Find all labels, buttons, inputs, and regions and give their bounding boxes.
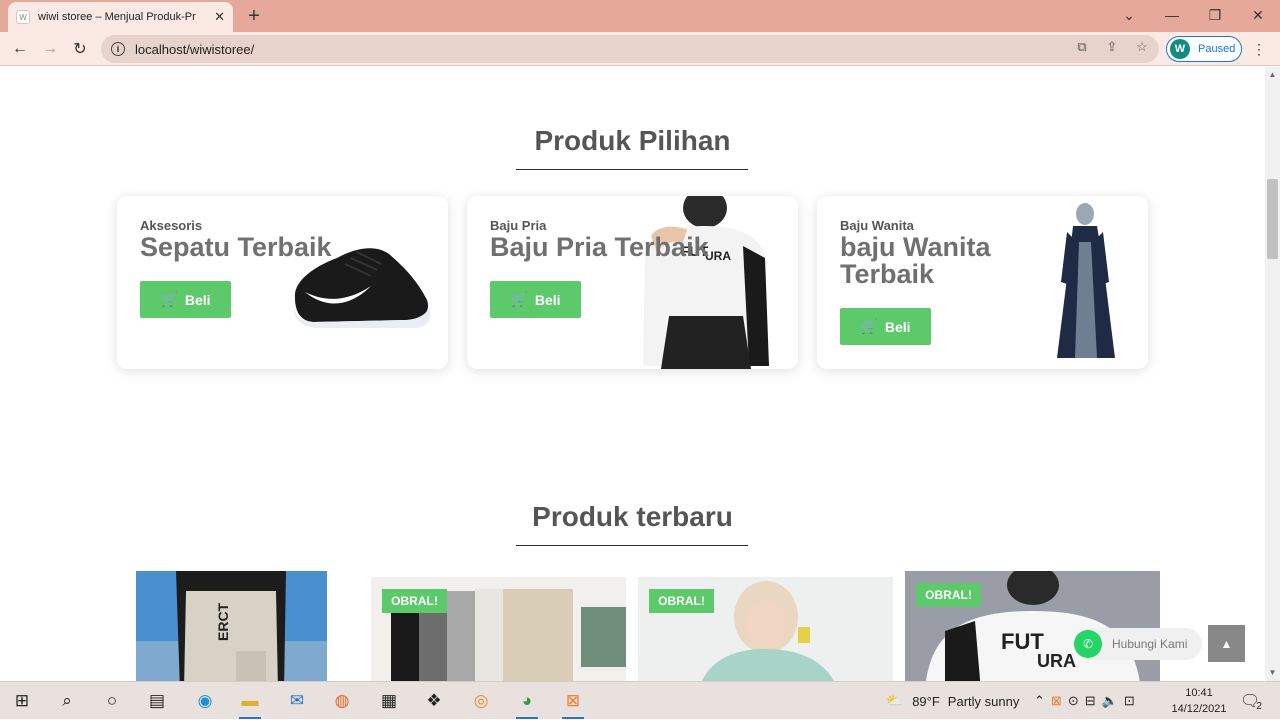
weather-temperature: 89°F xyxy=(912,693,940,709)
featured-card-men-shirt: FUT URA Baju Pria Baju Pria Terbaik 🛒 Be… xyxy=(467,196,798,369)
address-bar[interactable]: i localhost/wiwistoree/ xyxy=(101,35,1159,63)
system-tray: ⌃ ⊠ ⊙ ⊟ 🔈 ⊡ xyxy=(1034,682,1135,720)
weather-condition: Partly sunny xyxy=(947,693,1020,709)
browser-tab-strip: W wiwi storee – Menjual Produk-Pr ✕ + ⌄ … xyxy=(0,0,1280,32)
buy-button[interactable]: 🛒 Beli xyxy=(490,281,581,318)
xampp-tray-icon[interactable]: ⊠ xyxy=(1051,693,1062,709)
meet-now-icon[interactable]: ⊙ xyxy=(1068,693,1079,709)
cart-icon: 🛒 xyxy=(160,291,178,307)
avatar: W xyxy=(1170,39,1190,59)
card-category: Aksesoris xyxy=(140,218,203,233)
buy-button-label: Beli xyxy=(534,291,561,308)
card-product-name: Sepatu Terbaik xyxy=(140,232,332,262)
share-icon[interactable]: ⇪ xyxy=(1104,39,1120,55)
notification-count: 2 xyxy=(1256,700,1262,712)
translate-icon[interactable]: ⧉ xyxy=(1074,39,1090,55)
mail-icon[interactable]: ✉ xyxy=(280,686,314,716)
latest-title-underline xyxy=(516,545,748,546)
file-explorer-icon[interactable]: ▬ xyxy=(233,686,267,719)
men-shirt-image: FUT URA xyxy=(633,196,773,369)
scroll-to-top-button[interactable]: ▲ xyxy=(1208,625,1245,662)
clock-date: 14/12/2021 xyxy=(1171,703,1227,715)
amazon-icon[interactable]: ▦ xyxy=(372,686,406,716)
cart-icon: 🛒 xyxy=(860,318,878,334)
pants-print-text: ERCT xyxy=(215,602,231,641)
notification-center-button[interactable]: 🗨 2 xyxy=(1240,682,1262,720)
whatsapp-contact-button[interactable]: ✆ Hubungi Kami xyxy=(1074,628,1202,660)
volume-icon[interactable]: 🔈 xyxy=(1102,693,1118,709)
page-content: Produk Pilihan Aksesoris Sepatu Terbaik … xyxy=(0,67,1265,681)
latest-product-card[interactable]: ERCT xyxy=(136,571,327,681)
buy-button-label: Beli xyxy=(884,318,911,335)
sale-badge: OBRAL! xyxy=(382,589,447,613)
latest-product-card[interactable]: FUT URA OBRAL! xyxy=(905,571,1160,681)
bookmark-star-icon[interactable]: ☆ xyxy=(1134,39,1150,55)
chevron-up-icon: ▲ xyxy=(1220,636,1233,651)
featured-title-underline xyxy=(516,169,748,170)
card-product-name: Baju Pria Terbaik xyxy=(490,232,709,262)
minimize-button[interactable]: — xyxy=(1150,0,1194,30)
cart-icon: 🛒 xyxy=(510,291,528,307)
maximize-button[interactable]: ❐ xyxy=(1193,0,1237,30)
edge-browser-icon[interactable]: ◉ xyxy=(188,686,222,716)
card-category: Baju Wanita xyxy=(840,218,914,233)
buy-button[interactable]: 🛒 Beli xyxy=(840,308,931,345)
scrollbar-thumb[interactable] xyxy=(1267,179,1278,259)
task-view-icon[interactable]: ▤ xyxy=(140,686,174,716)
url-text: localhost/wiwistoree/ xyxy=(135,41,255,57)
card-category: Baju Pria xyxy=(490,218,547,233)
latest-section-title: Produk terbaru xyxy=(532,501,733,532)
latest-product-card[interactable]: OBRAL! xyxy=(371,577,626,681)
back-arrow-icon[interactable]: ← xyxy=(8,37,32,61)
close-tab-icon[interactable]: ✕ xyxy=(214,9,225,25)
network-icon[interactable]: ⊟ xyxy=(1085,693,1096,709)
blender-icon[interactable]: ◎ xyxy=(464,686,498,716)
scroll-down-arrow-icon[interactable]: ▼ xyxy=(1268,668,1277,677)
whatsapp-label: Hubungi Kami xyxy=(1112,637,1188,651)
xampp-icon[interactable]: ⊠ xyxy=(556,686,590,719)
firefox-icon[interactable]: ◍ xyxy=(325,686,359,716)
forward-arrow-icon[interactable]: → xyxy=(38,37,62,61)
buy-button-label: Beli xyxy=(184,291,211,308)
partly-sunny-icon: ⛅ xyxy=(886,693,903,708)
latest-product-card[interactable]: OBRAL! xyxy=(638,577,893,681)
clock-time: 10:41 xyxy=(1185,687,1213,699)
close-window-button[interactable]: ✕ xyxy=(1236,0,1280,30)
women-dress-image xyxy=(1057,203,1115,358)
tab-search-chevron-icon[interactable]: ⌄ xyxy=(1107,0,1151,30)
cortana-icon[interactable]: ○ xyxy=(95,686,129,716)
tab-title: wiwi storee – Menjual Produk-Pr xyxy=(38,11,196,23)
dropbox-icon[interactable]: ❖ xyxy=(417,686,451,716)
reload-icon[interactable]: ↻ xyxy=(68,37,92,61)
profile-button[interactable]: W Paused xyxy=(1166,36,1242,62)
chrome-icon[interactable]: ◕ xyxy=(510,686,544,719)
taskbar-clock[interactable]: 10:41 14/12/2021 xyxy=(1168,685,1230,717)
featured-section-title: Produk Pilihan xyxy=(534,125,731,156)
site-favicon-icon: W xyxy=(16,10,30,24)
browser-menu-icon[interactable]: ⋮ xyxy=(1252,40,1266,58)
weather-widget[interactable]: ⛅ 89°F Partly sunny xyxy=(886,682,1019,720)
cargo-pants-image: ERCT xyxy=(136,571,327,681)
sweater-print-text-2: URA xyxy=(1037,651,1076,671)
browser-tab[interactable]: W wiwi storee – Menjual Produk-Pr ✕ xyxy=(8,2,233,32)
show-hidden-icons-chevron-icon[interactable]: ⌃ xyxy=(1034,693,1045,709)
input-indicator-icon[interactable]: ⊡ xyxy=(1124,693,1135,709)
card-product-name: baju Wanita Terbaik xyxy=(840,232,991,289)
browser-toolbar: ← → ↻ i localhost/wiwistoree/ ⧉ ⇪ ☆ W Pa… xyxy=(0,32,1280,66)
sale-badge: OBRAL! xyxy=(649,589,714,613)
search-icon[interactable]: ⌕ xyxy=(50,686,84,716)
sale-badge: OBRAL! xyxy=(916,583,981,607)
featured-card-shoes: Aksesoris Sepatu Terbaik 🛒 Beli xyxy=(117,196,448,369)
new-tab-button[interactable]: + xyxy=(244,4,264,28)
profile-status: Paused xyxy=(1198,43,1236,55)
windows-start-icon[interactable]: ⊞ xyxy=(5,686,39,716)
site-info-icon[interactable]: i xyxy=(111,42,125,56)
whatsapp-icon: ✆ xyxy=(1074,630,1102,658)
page-scrollbar[interactable]: ▲ ▼ xyxy=(1265,67,1280,681)
windows-taskbar: ⊞ ⌕ ○ ▤ ◉ ▬ ✉ ◍ ▦ ❖ ◎ ◕ ⊠ ⛅ 89°F Partly … xyxy=(0,681,1280,719)
buy-button[interactable]: 🛒 Beli xyxy=(140,281,231,318)
featured-card-women-dress: Baju Wanita baju Wanita Terbaik 🛒 Beli xyxy=(817,196,1148,369)
scroll-up-arrow-icon[interactable]: ▲ xyxy=(1268,70,1277,79)
